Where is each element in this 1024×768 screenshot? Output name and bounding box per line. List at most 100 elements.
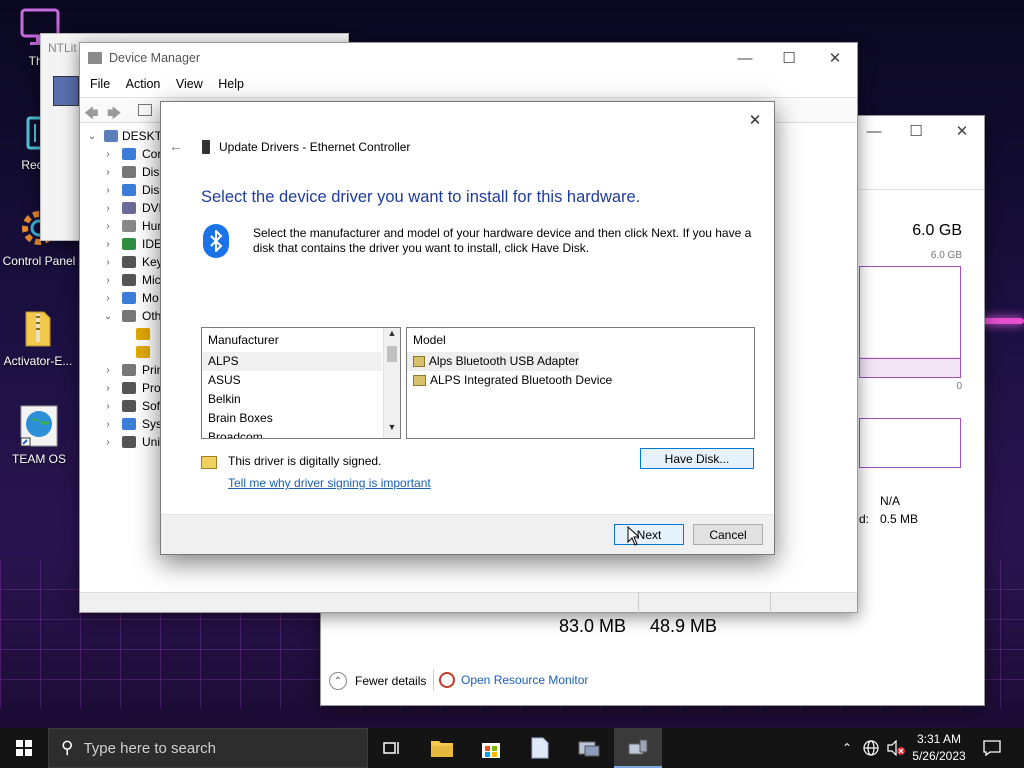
close-icon[interactable]: ✕ [812, 43, 858, 73]
cancel-button[interactable]: Cancel [693, 524, 763, 545]
chevron-right-icon[interactable]: › [102, 203, 114, 214]
chevron-right-icon[interactable]: › [102, 419, 114, 430]
chevron-right-icon[interactable]: › [102, 167, 114, 178]
tree-item[interactable]: › Mo [80, 289, 158, 307]
menu-view[interactable]: View [170, 73, 209, 95]
tree-item[interactable]: › DVD [80, 199, 167, 217]
manufacturer-item[interactable]: ALPS [202, 352, 382, 371]
tree-item[interactable]: › Mic [80, 271, 161, 289]
close-icon[interactable]: ✕ [939, 116, 985, 146]
chevron-down-icon[interactable]: ⌄ [86, 131, 98, 142]
open-resource-monitor-link[interactable]: Open Resource Monitor [439, 672, 588, 688]
minimize-icon[interactable]: — [722, 43, 768, 73]
store-button[interactable] [467, 728, 515, 768]
desktop-icon-activator[interactable]: Activator-E... [0, 306, 76, 368]
warning-device-icon [136, 328, 150, 340]
fewer-details-button[interactable]: ⌃ Fewer details [329, 672, 426, 690]
clock[interactable]: 3:31 AM 5/26/2023 [908, 731, 970, 765]
chevron-right-icon[interactable]: › [102, 239, 114, 250]
bluetooth-icon [203, 224, 229, 258]
tree-item[interactable]: › Key [80, 253, 162, 271]
start-button[interactable] [0, 728, 48, 768]
chevron-down-icon[interactable]: ⌄ [102, 311, 114, 322]
tree-item[interactable] [80, 343, 156, 361]
chevron-right-icon[interactable]: › [102, 293, 114, 304]
document-icon [531, 737, 549, 759]
status-bar [80, 592, 857, 613]
menu-action[interactable]: Action [120, 73, 167, 95]
chevron-right-icon[interactable]: › [102, 437, 114, 448]
tree-item[interactable]: › Disl [80, 163, 162, 181]
tree-item[interactable]: › Cor [80, 145, 161, 163]
scroll-up-icon[interactable]: ▲ [384, 328, 400, 344]
tree-item[interactable]: › Prin [80, 361, 163, 379]
network-adapter-icon [202, 140, 210, 154]
tree-root[interactable]: ⌄ DESKTO [80, 127, 171, 145]
scroll-down-icon[interactable]: ▼ [384, 422, 400, 438]
resource-monitor-icon [439, 672, 455, 688]
manufacturer-item[interactable]: Brain Boxes [202, 409, 400, 428]
manufacturer-list[interactable]: Manufacturer ALPS ASUS Belkin Brain Boxes Br… [201, 327, 401, 439]
chevron-right-icon[interactable]: › [102, 257, 114, 268]
tree-item[interactable]: › Hun [80, 217, 164, 235]
model-item[interactable]: Alps Bluetooth USB Adapter [407, 352, 579, 371]
next-button[interactable]: Next [614, 524, 684, 545]
update-drivers-dialog[interactable]: ✕ ← Update Drivers - Ethernet Controller… [160, 101, 775, 555]
tree-item-label: Pro [142, 381, 161, 395]
notification-center-button[interactable] [976, 728, 1008, 768]
model-list[interactable]: Model Alps Bluetooth USB Adapter ALPS Int… [406, 327, 755, 439]
close-icon[interactable]: ✕ [742, 108, 768, 132]
taskbar-search-box[interactable]: ⚲ Type here to search [48, 728, 368, 768]
chevron-right-icon[interactable]: › [102, 185, 114, 196]
back-arrow-icon[interactable]: ← [169, 138, 183, 154]
device-category-icon [122, 166, 136, 178]
chevron-right-icon[interactable]: › [102, 401, 114, 412]
dialog-title: Update Drivers - Ethernet Controller [219, 140, 411, 154]
device-category-icon [122, 400, 136, 412]
network-globe-icon[interactable] [860, 728, 882, 768]
notepad-button[interactable] [516, 728, 564, 768]
manufacturer-item[interactable]: ASUS [202, 371, 400, 390]
tree-item[interactable]: › Soft [80, 397, 163, 415]
tree-item[interactable]: › Syst [80, 415, 165, 433]
volume-muted-icon[interactable] [884, 728, 908, 768]
driver-signing-link[interactable]: Tell me why driver signing is important [228, 476, 431, 490]
warning-device-icon [136, 346, 150, 358]
scroll-thumb[interactable] [387, 346, 397, 362]
chevron-right-icon[interactable]: › [102, 149, 114, 160]
maximize-icon[interactable]: ☐ [766, 43, 812, 73]
file-explorer-button[interactable] [418, 728, 466, 768]
chevron-right-icon[interactable]: › [102, 365, 114, 376]
chevron-right-icon[interactable]: › [102, 221, 114, 232]
ntlite-taskbar-button[interactable] [565, 728, 613, 768]
task-view-button[interactable] [368, 728, 416, 768]
manufacturer-item[interactable]: Belkin [202, 390, 400, 409]
value-1: 83.0 MB [559, 616, 627, 636]
chevron-right-icon[interactable]: › [102, 383, 114, 394]
small-value-label: d: [859, 512, 870, 526]
chevron-right-icon[interactable]: › [102, 275, 114, 286]
tree-item-label: Cor [142, 147, 162, 161]
tree-item[interactable] [80, 325, 156, 343]
menu-file[interactable]: File [84, 73, 116, 95]
tree-item[interactable]: › Pro [80, 379, 161, 397]
chevron-up-icon[interactable]: ⌃ [836, 728, 858, 768]
tree-item-label: Mic [142, 273, 161, 287]
device-manager-taskbar-button[interactable] [614, 728, 662, 768]
manufacturer-item[interactable]: Broadcom [202, 428, 400, 438]
properties-icon[interactable] [138, 104, 152, 116]
model-item[interactable]: ALPS Integrated Bluetooth Device [407, 371, 754, 390]
tree-item[interactable]: › IDE [80, 235, 162, 253]
tree-item[interactable]: › Disp [80, 181, 166, 199]
maximize-icon[interactable]: ☐ [893, 116, 939, 146]
device-category-icon [122, 274, 136, 286]
tree-item[interactable]: › Uni [80, 433, 160, 451]
menu-help[interactable]: Help [212, 73, 250, 95]
desktop-icon-team-os[interactable]: TEAM OS [1, 404, 77, 466]
manufacturer-scrollbar[interactable]: ▲ ▼ [383, 328, 400, 438]
driver-icon [413, 375, 426, 386]
search-icon: ⚲ [61, 738, 74, 757]
tree-item[interactable]: ⌄ Oth [80, 307, 162, 325]
ntlite-icon [578, 741, 600, 757]
have-disk-button[interactable]: Have Disk... [640, 448, 754, 469]
